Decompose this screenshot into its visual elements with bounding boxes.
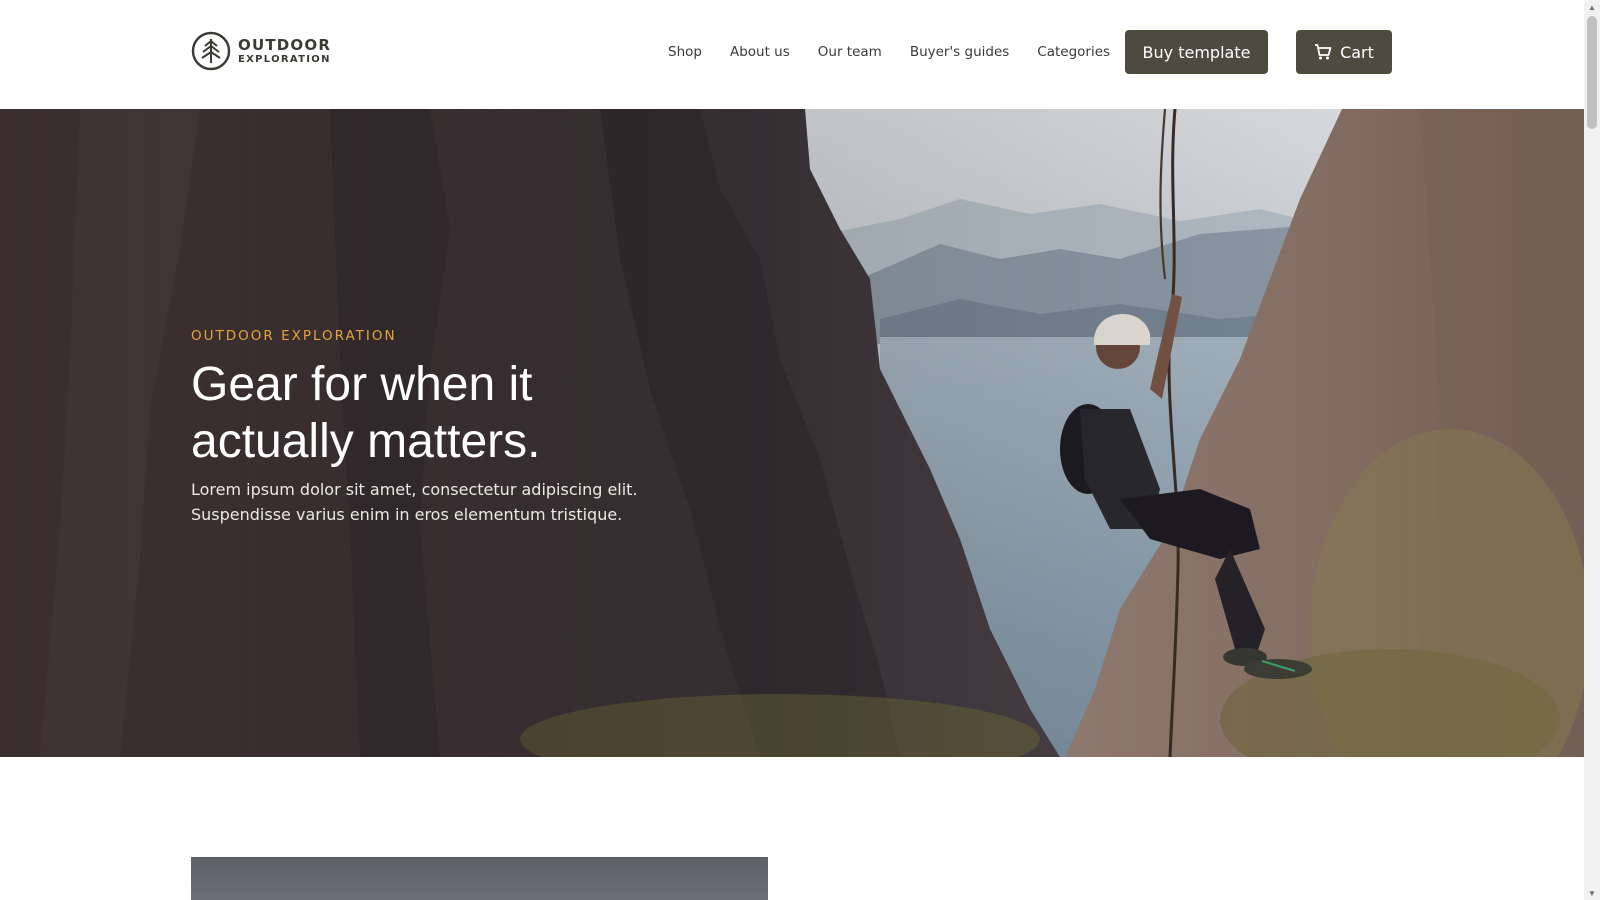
brand-name-line1: OUTDOOR [238,35,332,54]
shopping-cart-icon [1315,44,1332,60]
site-header: OUTDOOR EXPLORATION Shop About us Our te… [0,0,1584,109]
cart-label: Cart [1340,42,1374,62]
nav-item-our-team[interactable]: Our team [818,44,882,60]
scrollbar-thumb[interactable] [1587,16,1597,129]
nav-item-categories[interactable]: Categories [1037,44,1110,60]
hero-headline-line1: Gear for when it [191,358,533,411]
hero-headline: Gear for when it actually matters. [191,356,711,470]
nav-item-about-us[interactable]: About us [730,44,790,60]
hero-eyebrow: OUTDOOR EXPLORATION [191,328,397,344]
buy-template-button[interactable]: Buy template [1125,30,1268,74]
feature-image [191,857,768,900]
scroll-up-arrow-icon[interactable]: ▲ [1584,0,1600,14]
cart-button[interactable]: Cart [1296,30,1392,74]
page: OUTDOOR EXPLORATION Shop About us Our te… [0,0,1584,900]
brand-logo[interactable]: OUTDOOR EXPLORATION [191,31,331,71]
main-nav: Shop About us Our team Buyer's guides Ca… [668,44,1110,60]
hero-content: OUTDOOR EXPLORATION Gear for when it act… [191,328,711,527]
page-scrollbar[interactable]: ▲ ▼ [1584,0,1600,900]
hero-section: OUTDOOR EXPLORATION Gear for when it act… [0,109,1584,757]
pine-tree-logo-icon [191,31,231,71]
brand-name-line2: EXPLORATION [238,53,331,65]
hero-subtext: Lorem ipsum dolor sit amet, consectetur … [191,480,638,524]
nav-item-shop[interactable]: Shop [668,44,702,60]
scroll-down-arrow-icon[interactable]: ▼ [1584,886,1600,900]
hero-headline-line2: actually matters. [191,415,541,468]
nav-item-buyers-guides[interactable]: Buyer's guides [910,44,1009,60]
brand-name: OUTDOOR EXPLORATION [238,35,332,65]
